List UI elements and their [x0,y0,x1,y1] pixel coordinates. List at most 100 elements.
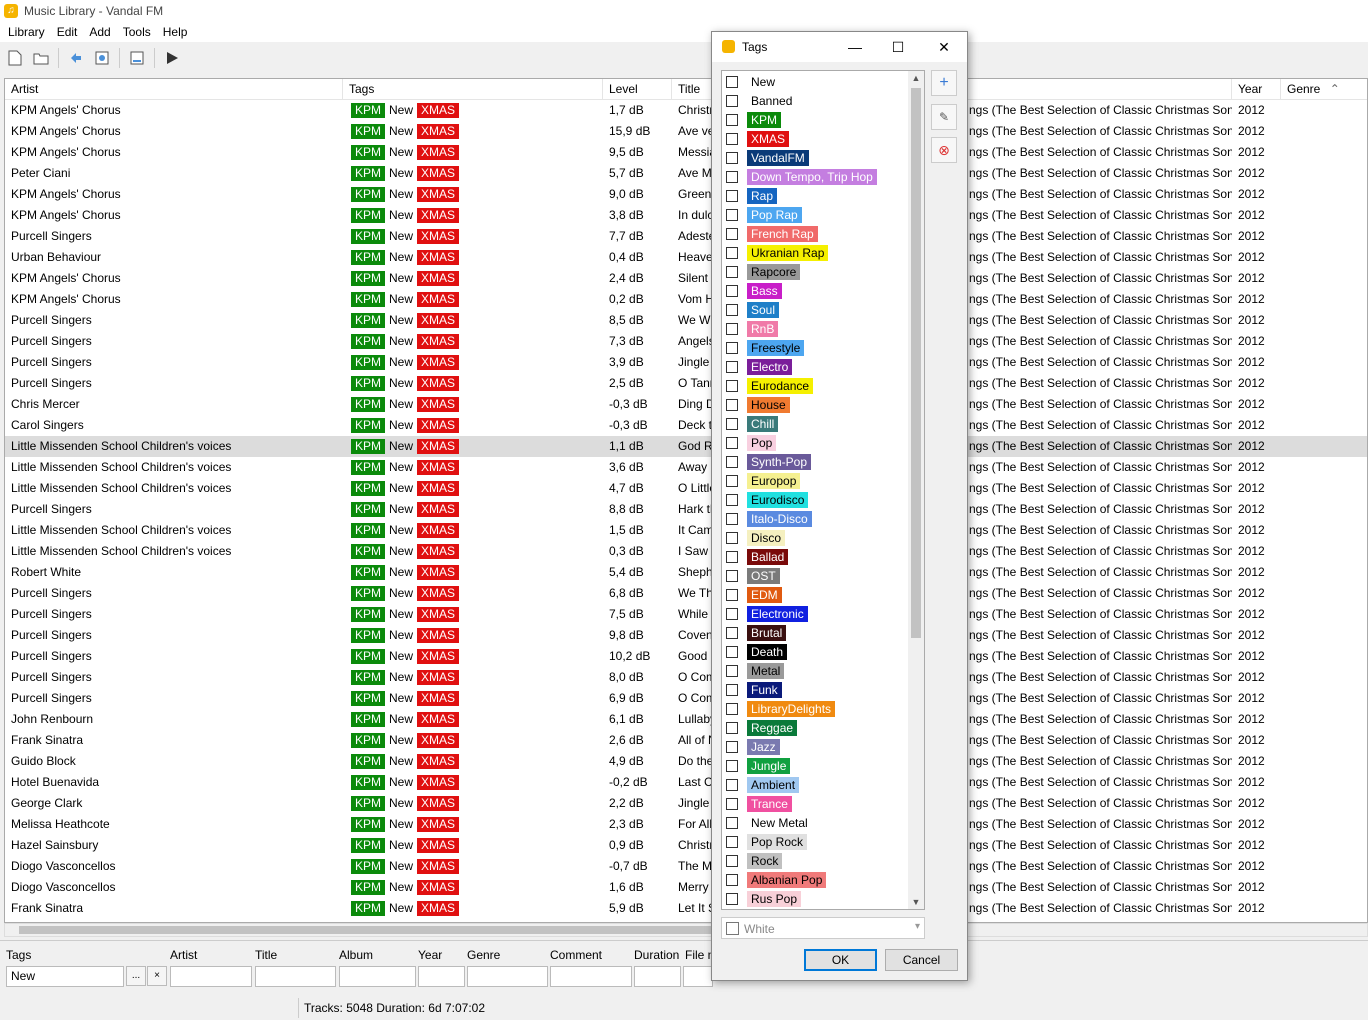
tag-checkbox[interactable] [726,322,738,335]
table-row[interactable]: Purcell Singers KPM New XMAS 6,8 dB We Thr ngs… [5,583,1367,604]
tag-list-item[interactable]: EDM [726,585,782,604]
table-row[interactable]: Guido Block KPM New XMAS 4,9 dB Do the ngs (Th… [5,751,1367,772]
table-row[interactable]: Purcell Singers KPM New XMAS 7,7 dB Adeste ngs… [5,226,1367,247]
table-row[interactable]: Peter Ciani KPM New XMAS 5,7 dB Ave Ma ngs (Th… [5,163,1367,184]
delete-tag-icon[interactable]: ⊗ [931,137,957,163]
tag-list-item[interactable]: Brutal [726,623,787,642]
tag-list-item[interactable]: Chill [726,414,779,433]
table-row[interactable]: Purcell Singers KPM New XMAS 2,5 dB O Tann ngs… [5,373,1367,394]
tag-list-item[interactable]: Europop [726,471,801,490]
menu-help[interactable]: Help [157,25,194,39]
tag-checkbox[interactable] [726,132,738,145]
tag-checkbox[interactable] [726,854,738,867]
tag-list-item[interactable]: VandalFM [726,148,809,167]
table-row[interactable]: Robert White KPM New XMAS 5,4 dB Shephe ngs (T… [5,562,1367,583]
table-row[interactable]: Chris Mercer KPM New XMAS -0,3 dB Ding Dngs (… [5,394,1367,415]
tag-checkbox[interactable] [726,265,738,278]
column-header-artist[interactable]: Artist [5,79,343,100]
tag-list-item[interactable]: RnB [726,319,779,338]
tags-vertical-scrollbar[interactable]: ▲ ▼ [908,71,924,909]
tag-list-item[interactable]: Eurodisco [726,490,809,509]
table-row[interactable]: Urban Behaviour KPM New XMAS 0,4 dB Heaver ngs… [5,247,1367,268]
tag-list-item[interactable]: Pop [726,433,777,452]
tag-list-item[interactable]: OST [726,566,780,585]
menu-library[interactable]: Library [2,25,51,39]
duration-filter-input[interactable] [634,966,681,987]
tag-list-item[interactable]: Death [726,642,788,661]
scrollbar-thumb[interactable] [19,926,719,934]
tag-list-item[interactable]: KPM [726,110,782,129]
table-row[interactable]: Little Missenden School Children's voice… [5,457,1367,478]
table-row[interactable]: Melissa Heathcote KPM New XMAS 2,3 dB For All… [5,814,1367,835]
tag-list-item[interactable]: Rock [726,851,783,870]
table-row[interactable]: Purcell Singers KPM New XMAS 7,5 dB While Sng… [5,604,1367,625]
export-icon[interactable] [126,47,148,69]
tag-list-item[interactable]: Disco [726,528,786,547]
album-filter-input[interactable] [339,966,416,987]
tag-list-item[interactable]: Rus Pop [726,889,802,908]
tag-checkbox[interactable] [726,189,738,202]
tag-checkbox[interactable] [726,208,738,221]
tag-checkbox[interactable] [726,417,738,430]
tags-filter-browse-button[interactable]: ... [126,966,146,986]
tag-checkbox[interactable] [726,645,738,658]
tag-list-item[interactable]: Albanian Pop [726,870,827,889]
tags-scroll-thumb[interactable] [911,88,921,638]
tag-checkbox[interactable] [726,113,738,126]
table-row[interactable]: Hazel Sainsbury KPM New XMAS 0,9 dB Christr ng… [5,835,1367,856]
tag-checkbox[interactable] [726,151,738,164]
column-header-year[interactable]: Year [1232,79,1281,100]
table-row[interactable]: Purcell Singers KPM New XMAS 10,2 dB Good k ng… [5,646,1367,667]
tag-list-item[interactable]: Ballad [726,547,789,566]
table-row[interactable]: Little Missenden School Children's voice… [5,541,1367,562]
tag-list-item[interactable]: Freestyle [726,338,805,357]
tag-checkbox[interactable] [726,303,738,316]
close-icon[interactable]: ✕ [934,37,954,57]
comment-filter-input[interactable] [550,966,632,987]
tag-checkbox[interactable] [726,816,738,829]
table-row[interactable]: Frank Sinatra KPM New XMAS 5,9 dB Let It Sngs… [5,898,1367,919]
tag-list-item[interactable]: New [726,72,779,91]
tags-filter-input[interactable]: New [6,966,124,987]
minimize-icon[interactable]: — [845,37,865,57]
tag-checkbox[interactable] [726,721,738,734]
table-row[interactable]: KPM Angels' Chorus KPM New XMAS 9,0 dB Greens… [5,184,1367,205]
table-row[interactable]: Purcell Singers KPM New XMAS 8,8 dB Hark th ng… [5,499,1367,520]
tag-checkbox[interactable] [726,246,738,259]
tag-list-item[interactable]: Soul [726,300,780,319]
table-row[interactable]: KPM Angels' Chorus KPM New XMAS 3,8 dB In dul… [5,205,1367,226]
table-row[interactable]: Purcell Singers KPM New XMAS 7,3 dB Angels ngs… [5,331,1367,352]
tag-list-item[interactable]: Metal [726,661,785,680]
tag-list-item[interactable]: Italo-Disco [726,509,812,528]
tag-checkbox[interactable] [726,455,738,468]
filename-filter-input[interactable] [683,966,713,987]
tags-filter-clear-button[interactable]: × [147,966,167,986]
tag-checkbox[interactable] [726,436,738,449]
ok-button[interactable]: OK [804,949,877,971]
tag-list-item[interactable]: Eurodance [726,376,814,395]
tag-checkbox[interactable] [726,170,738,183]
tag-checkbox[interactable] [726,379,738,392]
tag-checkbox[interactable] [726,607,738,620]
scroll-down-icon[interactable]: ▼ [908,895,924,909]
tag-checkbox[interactable] [726,759,738,772]
tag-checkbox[interactable] [726,778,738,791]
tag-list-item[interactable]: Pop Rap [726,205,802,224]
table-row[interactable]: KPM Angels' Chorus KPM New XMAS 9,5 dB Messia… [5,142,1367,163]
play-icon[interactable] [161,47,183,69]
new-document-icon[interactable] [4,47,26,69]
table-row[interactable]: Diogo Vasconcellos KPM New XMAS -0,7 dB The M… [5,856,1367,877]
tag-checkbox[interactable] [726,683,738,696]
tag-checkbox[interactable] [726,284,738,297]
tag-checkbox[interactable] [726,474,738,487]
tag-list-item[interactable]: Banned [726,91,796,110]
tag-checkbox[interactable] [726,702,738,715]
tag-checkbox[interactable] [726,550,738,563]
table-row[interactable]: Diogo Vasconcellos KPM New XMAS 1,6 dB Merry n… [5,877,1367,898]
add-files-icon[interactable] [65,47,87,69]
tag-checkbox[interactable] [726,873,738,886]
tag-list-item[interactable]: Jungle [726,756,791,775]
horizontal-scrollbar[interactable] [4,923,1368,937]
artist-filter-input[interactable] [170,966,252,987]
menu-edit[interactable]: Edit [51,25,84,39]
